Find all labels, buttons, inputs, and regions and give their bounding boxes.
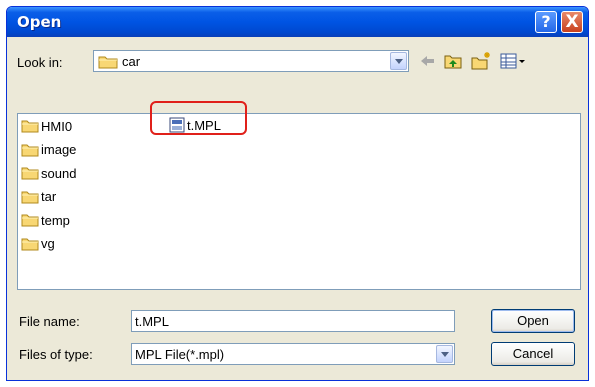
folder-icon (21, 191, 39, 203)
list-item[interactable]: image (21, 141, 76, 159)
folder-icon (21, 238, 39, 250)
file-type-dropdown-button[interactable] (436, 345, 453, 363)
title-bar[interactable]: Open ? X (7, 7, 588, 37)
folder-icon (21, 120, 39, 133)
folder-icon (98, 56, 118, 69)
open-button[interactable]: Open (491, 309, 575, 333)
file-name-field[interactable]: t.MPL (131, 310, 455, 332)
look-in-value: car (122, 54, 141, 69)
list-item[interactable]: temp (21, 211, 70, 229)
list-item-label: image (41, 142, 77, 157)
list-item-label: vg (41, 236, 55, 251)
up-folder-icon[interactable] (443, 51, 463, 71)
views-menu-icon[interactable] (499, 51, 527, 71)
new-folder-icon[interactable] (470, 51, 492, 71)
file-name-label: File name: (19, 314, 80, 329)
list-item[interactable]: vg (21, 235, 55, 253)
dialog-title: Open (17, 13, 62, 31)
file-list[interactable]: HMI0 image sound tar temp vg t.MPL (17, 113, 581, 290)
list-item-label: tar (41, 189, 57, 204)
file-type-combo[interactable]: MPL File(*.mpl) (131, 343, 455, 365)
cancel-button[interactable]: Cancel (491, 342, 575, 366)
list-item-label: HMI0 (41, 118, 73, 134)
folder-icon (21, 167, 39, 180)
open-dialog: Open ? X Look in: car HMI0 image sound tar t… (6, 6, 589, 381)
look-in-combo[interactable]: car (93, 50, 409, 72)
list-item-label: sound (41, 165, 77, 181)
look-in-label: Look in: (17, 55, 63, 70)
folder-icon (21, 214, 39, 227)
file-type-label: Files of type: (19, 347, 93, 362)
selection-highlight (150, 101, 247, 135)
back-arrow-icon[interactable] (417, 51, 437, 71)
help-button[interactable]: ? (535, 11, 557, 33)
close-button[interactable]: X (561, 11, 583, 33)
list-item[interactable]: HMI0 (21, 117, 72, 135)
file-type-value: MPL File(*.mpl) (135, 347, 225, 362)
list-item[interactable]: sound (21, 164, 76, 182)
folder-icon (21, 144, 39, 156)
list-item-label: temp (41, 212, 70, 228)
list-item[interactable]: tar (21, 188, 56, 206)
look-in-dropdown-button[interactable] (390, 52, 407, 70)
